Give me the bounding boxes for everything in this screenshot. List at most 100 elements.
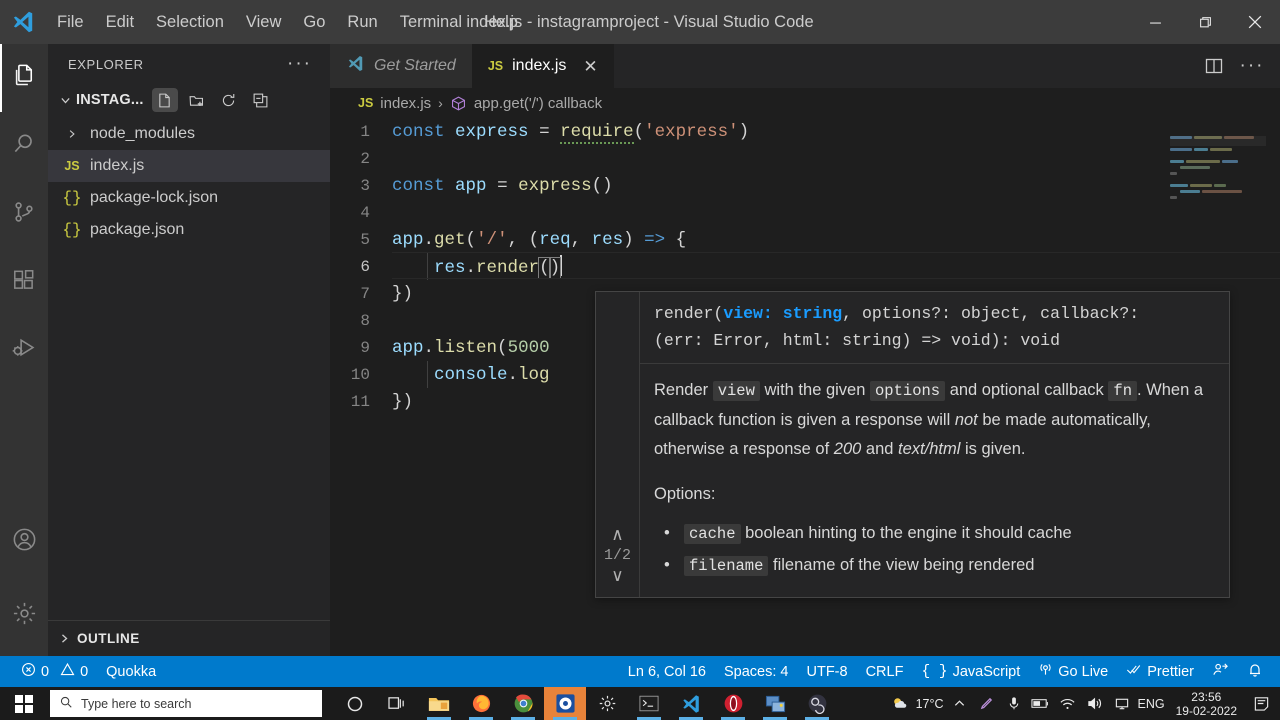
settings-icon[interactable]	[586, 687, 628, 720]
activity-extensions[interactable]	[0, 248, 48, 316]
status-quokka[interactable]: Quokka	[97, 656, 165, 687]
wifi-icon[interactable]	[1057, 697, 1079, 711]
doc-emphasis: text/html	[898, 440, 960, 458]
minimap-slider[interactable]	[1170, 136, 1266, 146]
status-notifications[interactable]	[1238, 656, 1272, 687]
tree-item-package-lock-json[interactable]: {} package-lock.json	[48, 182, 330, 214]
new-folder-icon[interactable]	[184, 88, 210, 112]
line-content: app.listen(5000	[392, 338, 550, 358]
obs-icon[interactable]	[796, 687, 838, 720]
file-tree[interactable]: node_modules JS index.js {} package-lock…	[48, 116, 330, 246]
split-editor-icon[interactable]	[1198, 44, 1230, 88]
task-view-icon[interactable]	[376, 687, 418, 720]
vscode-logo-icon	[0, 0, 46, 44]
breadcrumb-symbol[interactable]: app.get('/') callback	[474, 95, 602, 112]
microphone-icon[interactable]	[1003, 696, 1025, 711]
remote-desktop-icon[interactable]	[754, 687, 796, 720]
code-line: 1 const express = require('express')	[330, 118, 1280, 145]
collapse-all-icon[interactable]	[248, 88, 274, 112]
menu-run[interactable]: Run	[336, 10, 388, 35]
menu-view[interactable]: View	[235, 10, 292, 35]
activity-search[interactable]	[0, 112, 48, 180]
explorer-header: EXPLORER ···	[48, 44, 330, 84]
opera-icon[interactable]	[712, 687, 754, 720]
display-icon[interactable]	[1111, 696, 1133, 711]
status-go-live[interactable]: Go Live	[1029, 656, 1117, 687]
status-language-mode[interactable]: { } JavaScript	[912, 656, 1029, 687]
tree-item-index-js[interactable]: JS index.js	[48, 150, 330, 182]
tab-index-js[interactable]: JS index.js ✕	[472, 44, 614, 88]
more-actions-icon[interactable]: ···	[1236, 44, 1268, 88]
tree-item-label: package.json	[90, 221, 184, 239]
pen-icon[interactable]	[976, 696, 998, 711]
status-cursor-position[interactable]: Ln 6, Col 16	[619, 656, 715, 687]
file-explorer-icon[interactable]	[418, 687, 460, 720]
activity-run-debug[interactable]	[0, 316, 48, 384]
menu-terminal[interactable]: Terminal	[389, 10, 473, 35]
line-number: 3	[330, 177, 392, 195]
checkmarks-icon	[1126, 662, 1142, 681]
activity-settings[interactable]	[0, 576, 48, 656]
doc-code-options: options	[870, 381, 945, 401]
show-hidden-icons-icon[interactable]	[949, 697, 971, 710]
line-number: 11	[330, 393, 392, 411]
menu-selection[interactable]: Selection	[145, 10, 235, 35]
error-icon	[21, 662, 36, 681]
hover-widget[interactable]: ∧ 1/2 ∨ render(view: string, options?: o…	[595, 291, 1230, 598]
new-file-icon[interactable]	[152, 88, 178, 112]
status-indentation[interactable]: Spaces: 4	[715, 656, 798, 687]
chevron-down-icon[interactable]: ∨	[611, 567, 623, 585]
action-center-icon[interactable]	[1248, 695, 1274, 712]
status-problems[interactable]: 0 0	[12, 656, 97, 687]
refresh-icon[interactable]	[216, 88, 242, 112]
status-encoding[interactable]: UTF-8	[797, 656, 856, 687]
status-prettier[interactable]: Prettier	[1117, 656, 1203, 687]
edge-icon[interactable]	[544, 687, 586, 720]
folder-name: INSTAG...	[76, 92, 144, 108]
menu-go[interactable]: Go	[292, 10, 336, 35]
weather-temperature[interactable]: 17°C	[916, 697, 944, 711]
tab-close-icon[interactable]: ✕	[583, 58, 597, 75]
vscode-icon[interactable]	[670, 687, 712, 720]
hover-pager[interactable]: ∧ 1/2 ∨	[596, 292, 640, 597]
tab-get-started[interactable]: Get Started	[330, 44, 472, 88]
option-text: filename of the view being rendered	[773, 556, 1034, 574]
doc-text: Render	[654, 381, 713, 399]
json-file-icon: {}	[62, 221, 82, 239]
window-controls[interactable]	[1130, 0, 1280, 44]
status-eol[interactable]: CRLF	[857, 656, 913, 687]
status-remote[interactable]	[1203, 656, 1238, 687]
line-number: 2	[330, 150, 392, 168]
taskbar-clock[interactable]: 23:56 19-02-2022	[1170, 690, 1243, 718]
taskbar-search-input[interactable]: Type here to search	[50, 690, 322, 717]
terminal-icon[interactable]	[628, 687, 670, 720]
chrome-icon[interactable]	[502, 687, 544, 720]
firefox-icon[interactable]	[460, 687, 502, 720]
status-bar: 0 0 Quokka Ln 6, Col 16 Spaces: 4 UTF-8 …	[0, 656, 1280, 687]
menu-help[interactable]: Help	[473, 10, 529, 35]
tree-item-package-json[interactable]: {} package.json	[48, 214, 330, 246]
maximize-button[interactable]	[1180, 0, 1230, 44]
menu-bar[interactable]: File Edit Selection View Go Run Terminal…	[46, 0, 529, 44]
minimize-button[interactable]	[1130, 0, 1180, 44]
cortana-icon[interactable]	[334, 687, 376, 720]
folder-section-header[interactable]: INSTAG...	[48, 84, 330, 116]
tree-item-node-modules[interactable]: node_modules	[48, 118, 330, 150]
close-button[interactable]	[1230, 0, 1280, 44]
start-button[interactable]	[0, 687, 48, 720]
activity-accounts[interactable]	[0, 508, 48, 576]
doc-text: is given.	[960, 440, 1025, 458]
breadcrumb[interactable]: JS index.js › app.get('/') callback	[330, 88, 1280, 118]
chevron-up-icon[interactable]: ∧	[611, 526, 623, 544]
battery-icon[interactable]	[1030, 697, 1052, 710]
activity-source-control[interactable]	[0, 180, 48, 248]
activity-explorer[interactable]	[0, 44, 48, 112]
breadcrumb-file[interactable]: index.js	[380, 95, 431, 112]
remote-icon	[1212, 662, 1229, 682]
outline-section-header[interactable]: OUTLINE	[48, 620, 330, 656]
menu-file[interactable]: File	[46, 10, 95, 35]
input-language[interactable]: ENG	[1138, 697, 1165, 711]
volume-icon[interactable]	[1084, 696, 1106, 711]
menu-edit[interactable]: Edit	[95, 10, 145, 35]
explorer-more-actions[interactable]: ···	[287, 59, 312, 69]
